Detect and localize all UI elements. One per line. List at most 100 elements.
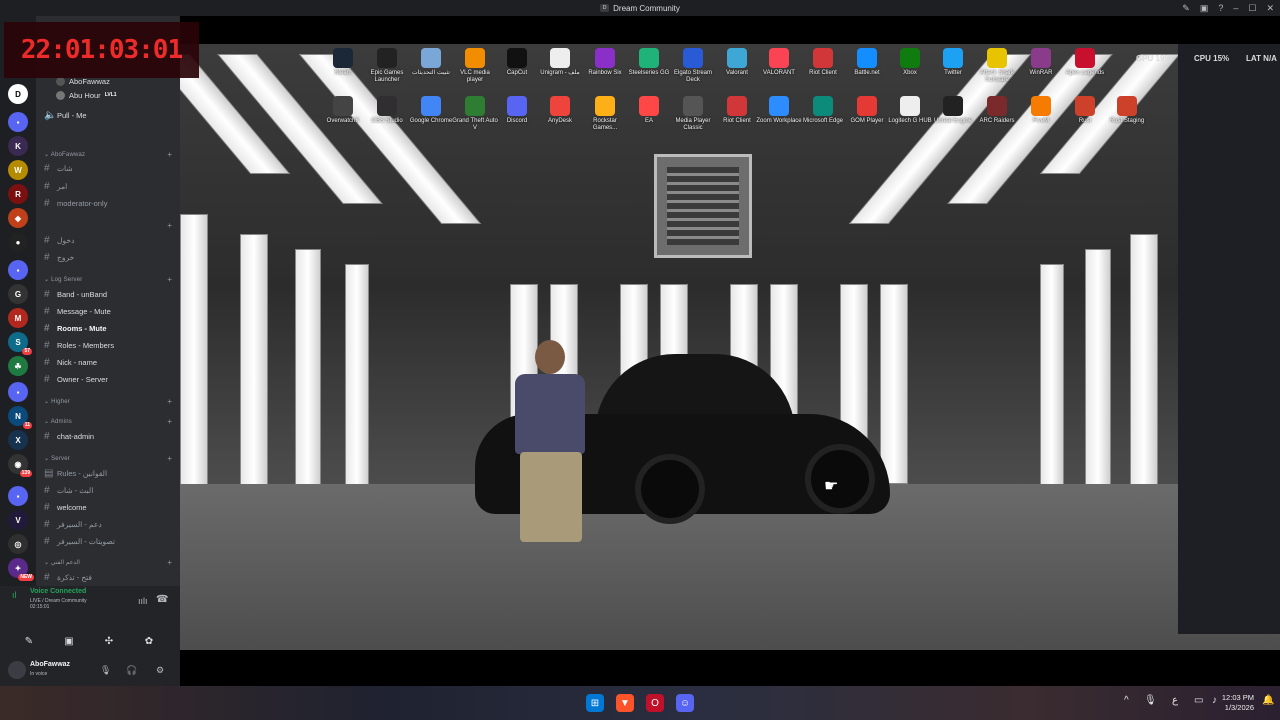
server-folder[interactable]: ▪: [8, 260, 28, 280]
windows-start-icon[interactable]: ⊞: [586, 694, 604, 712]
desktop-icon-fivem[interactable]: FiveM: [1018, 96, 1064, 125]
desktop-icon-steam[interactable]: Steam: [320, 48, 366, 77]
voice-status[interactable]: Voice Connected: [30, 588, 86, 595]
desktop-icon-ea[interactable]: EA: [626, 96, 672, 125]
close-button[interactable]: ✕: [1266, 3, 1274, 14]
settings-gear-icon[interactable]: ⚙: [156, 665, 164, 676]
desktop-icon-riot[interactable]: Riot Client: [800, 48, 846, 77]
server-icon[interactable]: ●: [8, 232, 28, 252]
chevron-up-icon[interactable]: ^: [1124, 695, 1129, 706]
desktop-icon-apex[interactable]: Apex Legends: [1062, 48, 1108, 77]
add-channel-icon[interactable]: +: [167, 221, 172, 230]
desktop-icon-xbox[interactable]: Xbox: [887, 48, 933, 77]
channel-item[interactable]: # Roles - Members: [44, 338, 114, 352]
add-channel-icon[interactable]: +: [167, 150, 172, 159]
channel-item[interactable]: # البث - شات: [44, 483, 93, 497]
desktop-icon-overwatch[interactable]: OverwatchK: [320, 96, 366, 125]
desktop-icon-unigram[interactable]: Unigram - ملف: [537, 48, 583, 77]
microphone-tray-icon[interactable]: 🎙: [1144, 695, 1157, 706]
user-name[interactable]: AboFawwaz: [30, 661, 70, 668]
desktop-icon-zoom[interactable]: Zoom Workplace: [756, 96, 802, 125]
pin-icon[interactable]: ✎: [1182, 3, 1190, 14]
inbox-icon[interactable]: ▣: [1200, 3, 1209, 14]
desktop-icon-edge[interactable]: Microsoft Edge: [800, 96, 846, 125]
desktop-icon-epic[interactable]: Epic Games Launcher: [364, 48, 410, 84]
desktop-icon-battlenet[interactable]: Battle.net: [844, 48, 890, 77]
desktop-icon-chrome[interactable]: Google Chrome: [408, 96, 454, 125]
headphones-icon[interactable]: 🎧: [126, 665, 137, 676]
channel-item-active[interactable]: # Rooms - Mute: [44, 321, 107, 335]
server-icon[interactable]: G: [8, 284, 28, 304]
video-button[interactable]: ✎: [14, 633, 44, 649]
add-channel-icon[interactable]: +: [167, 397, 172, 406]
desktop-icon-unreal[interactable]: Unreal Engine: [930, 96, 976, 125]
microphone-icon[interactable]: 🎙: [100, 665, 111, 676]
add-channel-icon[interactable]: +: [167, 417, 172, 426]
category-header[interactable]: ⌄ Admins: [44, 418, 72, 425]
desktop-icon-attackshark[interactable]: Attack Shark Software: [974, 48, 1020, 84]
desktop-icon-capcut[interactable]: CapCut: [494, 48, 540, 77]
minimize-button[interactable]: –: [1233, 3, 1238, 13]
desktop-icon-anydesk[interactable]: AnyDesk: [537, 96, 583, 125]
network-icon[interactable]: ▭: [1194, 695, 1203, 706]
desktop-icon-discord[interactable]: Discord: [494, 96, 540, 125]
desktop-icon-valorant-2[interactable]: VALORANT: [756, 48, 802, 77]
disconnect-icon[interactable]: ☎: [156, 594, 168, 605]
desktop-icon-rockstar[interactable]: Rockstar Games...: [582, 96, 628, 132]
desktop-icon-vlc[interactable]: VLC media player: [452, 48, 498, 84]
channel-item[interactable]: # Owner - Server: [44, 372, 108, 386]
language-indicator[interactable]: ع: [1172, 695, 1178, 706]
avatar[interactable]: [8, 661, 26, 679]
add-channel-icon[interactable]: +: [167, 454, 172, 463]
server-icon[interactable]: M: [8, 308, 28, 328]
category-header[interactable]: ⌄ Server: [44, 455, 70, 462]
channel-item[interactable]: # chat-admin: [44, 429, 94, 443]
desktop-icon-updates[interactable]: تثبيت التحديثات: [408, 48, 454, 77]
server-icon[interactable]: ☘: [8, 356, 28, 376]
desktop-icon-valorant[interactable]: Valorant: [714, 48, 760, 77]
desktop-icon-winrar[interactable]: WinRAR: [1018, 48, 1064, 77]
channel-item[interactable]: # دعم - السيرفر: [44, 517, 102, 531]
desktop-icon-streamdeck[interactable]: Elgato Stream Deck: [670, 48, 716, 84]
desktop-icon-twitter[interactable]: Twitter: [930, 48, 976, 77]
channel-item[interactable]: # Band - unBand: [44, 287, 107, 301]
desktop-icon-gom[interactable]: GOM Player: [844, 96, 890, 125]
add-channel-icon[interactable]: +: [167, 558, 172, 567]
voice-channel-pull-me[interactable]: 🔈 Pull - Me: [44, 108, 87, 122]
channel-item[interactable]: # moderator-only: [44, 196, 107, 210]
desktop-icon-rust[interactable]: Rust: [1062, 96, 1108, 125]
opera-gx-icon[interactable]: O: [646, 694, 664, 712]
desktop-icon-r6[interactable]: Rainbow Six: [582, 48, 628, 77]
activities-button[interactable]: ✣: [94, 633, 124, 649]
desktop-icon-ghub[interactable]: Logitech G HUB: [887, 96, 933, 125]
notification-icon[interactable]: 🔔: [1262, 695, 1274, 706]
server-icon[interactable]: X: [8, 430, 28, 450]
channel-item[interactable]: # Nick - name: [44, 355, 97, 369]
screen-share-button[interactable]: ▣: [54, 633, 84, 649]
server-icon[interactable]: R: [8, 184, 28, 204]
channel-item[interactable]: # دخول: [44, 233, 74, 247]
server-icon[interactable]: K: [8, 136, 28, 156]
noise-suppression-icon[interactable]: ıılı: [138, 596, 148, 606]
discord-taskbar-icon[interactable]: ☺: [676, 694, 694, 712]
server-icon[interactable]: ✦ NEW: [8, 558, 34, 581]
server-icon[interactable]: N 11: [8, 406, 32, 429]
server-icon[interactable]: ◆: [8, 208, 28, 228]
desktop-icon-mpc[interactable]: Media Player Classic: [670, 96, 716, 132]
server-icon[interactable]: ◉ 139: [8, 454, 32, 477]
desktop-icon-arc[interactable]: ARC Raiders: [974, 96, 1020, 125]
desktop-icon-gtav[interactable]: Grand Theft Auto V: [452, 96, 498, 132]
brave-browser-icon[interactable]: ▼: [616, 694, 634, 712]
category-header[interactable]: ⌄ الدعم الفني: [44, 559, 80, 566]
server-folder[interactable]: ▪: [8, 486, 28, 506]
desktop-icon-rust-staging[interactable]: Rust Staging: [1104, 96, 1150, 125]
channel-item[interactable]: # فتح - تذكرة: [44, 570, 92, 584]
voice-user[interactable]: Abu Hour LVL1: [56, 88, 117, 102]
server-icon[interactable]: ◎: [8, 534, 28, 554]
channel-item[interactable]: ▤ Rules - القوانين: [44, 466, 107, 480]
desktop-icon-steelseries[interactable]: Steelseries GG: [626, 48, 672, 77]
channel-item[interactable]: # امر: [44, 179, 67, 193]
category-header[interactable]: ⌄ AboFawwaz: [44, 151, 85, 158]
signal-icon[interactable]: ıl: [12, 590, 17, 600]
desktop-icon-obs[interactable]: OBS Studio: [364, 96, 410, 125]
